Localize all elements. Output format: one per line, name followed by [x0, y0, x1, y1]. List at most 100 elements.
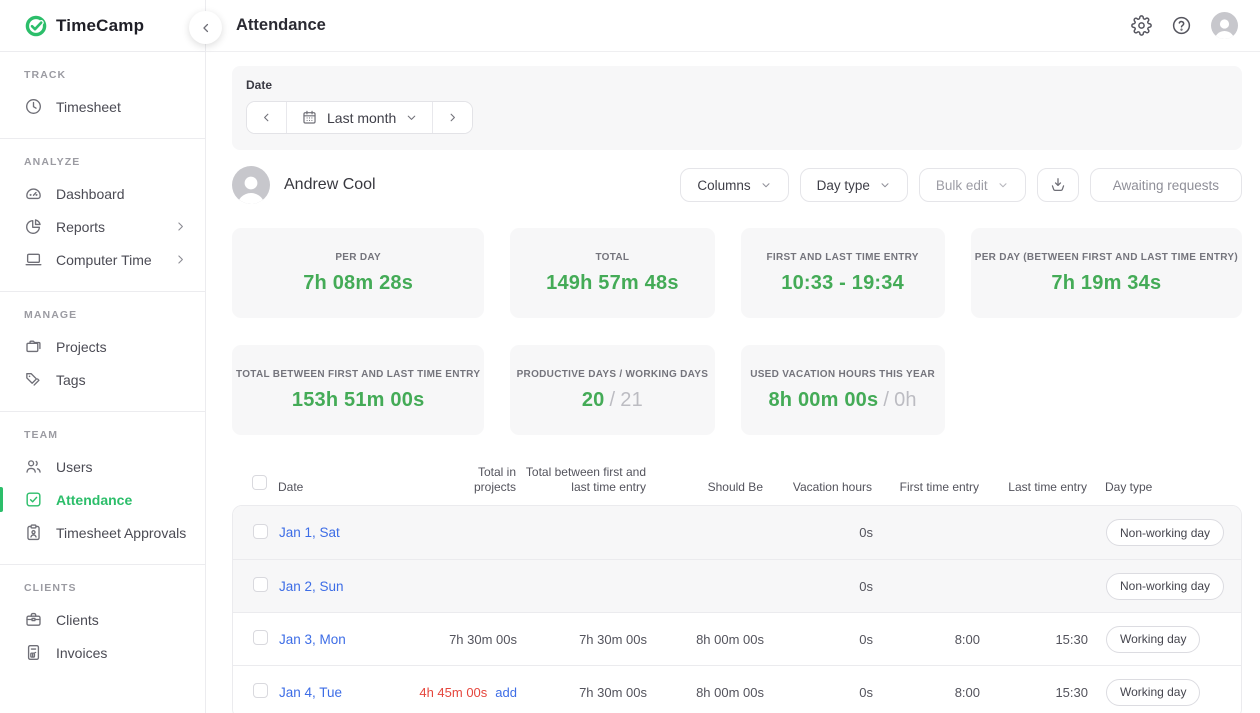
stat-separator: / [883, 389, 889, 411]
sidebar-item-label: Reports [56, 219, 105, 235]
chevron-down-icon [997, 179, 1009, 191]
cell-total-in-projects: 4h 45m 00s add [399, 685, 517, 700]
stat-value: 7h 19m 34s [1051, 272, 1161, 295]
cell-last-time-entry: 15:30 [980, 632, 1088, 647]
day-type-pill[interactable]: Working day [1106, 679, 1200, 706]
table-header-row: Date Total in projects Total between fir… [232, 461, 1242, 505]
column-header-day-type: Day type [1087, 480, 1242, 495]
sidebar-collapse-button[interactable] [189, 11, 222, 44]
stat-value: 149h 57m 48s [546, 272, 679, 295]
cell-first-time-entry: 8:00 [873, 632, 980, 647]
cell-vacation-hours: 0s [764, 525, 873, 540]
table-row: Jan 3, Mon 7h 30m 00s 7h 30m 00s 8h 00m … [233, 612, 1241, 665]
date-link[interactable]: Jan 1, Sat [279, 525, 340, 540]
sidebar-section-team: TEAM Users Attendance Timesheet Approval… [0, 412, 205, 565]
add-time-link[interactable]: add [495, 685, 517, 700]
table-row: Jan 1, Sat 0s Non-working day [233, 506, 1241, 559]
laptop-icon [24, 250, 43, 269]
chevron-down-icon [760, 179, 772, 191]
row-checkbox[interactable] [253, 683, 268, 698]
cell-vacation-hours: 0s [764, 579, 873, 594]
date-link[interactable]: Jan 3, Mon [279, 632, 346, 647]
column-header-total-in-projects: Total in projects [398, 465, 516, 495]
section-label: TRACK [0, 65, 205, 90]
attendance-table: Date Total in projects Total between fir… [232, 461, 1242, 713]
sidebar-item-projects[interactable]: Projects [0, 330, 205, 363]
stat-secondary: 0h [894, 389, 917, 411]
day-type-dropdown[interactable]: Day type [800, 168, 908, 202]
columns-dropdown[interactable]: Columns [680, 168, 788, 202]
sidebar-item-label: Clients [56, 612, 99, 628]
sidebar-item-computer-time[interactable]: Computer Time [0, 243, 205, 276]
sidebar-item-reports[interactable]: Reports [0, 210, 205, 243]
stat-secondary: 21 [620, 389, 643, 411]
person-row: Andrew Cool Columns Day type Bulk edit [232, 163, 1242, 207]
date-filter-panel: Date Last month [232, 66, 1242, 150]
stat-primary: 153h 51m 00s [292, 389, 425, 411]
person-name: Andrew Cool [284, 176, 376, 194]
sidebar-item-timesheet[interactable]: Timesheet [0, 90, 205, 123]
sidebar-item-users[interactable]: Users [0, 450, 205, 483]
section-label: CLIENTS [0, 578, 205, 603]
stat-value: 20/21 [582, 389, 643, 412]
next-period-button[interactable] [432, 102, 472, 133]
stat-card-per-day-between: PER DAY (BETWEEN FIRST AND LAST TIME ENT… [971, 228, 1242, 318]
bulk-edit-label: Bulk edit [936, 178, 988, 193]
pie-chart-icon [24, 217, 43, 236]
table-body: Jan 1, Sat 0s Non-working day Jan 2, Sun… [232, 505, 1242, 713]
day-type-pill[interactable]: Working day [1106, 626, 1200, 653]
stat-value: 7h 08m 28s [303, 272, 413, 295]
sidebar-item-label: Tags [56, 372, 86, 388]
export-download-button[interactable] [1037, 168, 1079, 202]
sidebar-item-timesheet-approvals[interactable]: Timesheet Approvals [0, 516, 205, 549]
sidebar-item-attendance[interactable]: Attendance [0, 483, 205, 516]
sidebar-item-label: Timesheet [56, 99, 121, 115]
user-avatar[interactable] [1211, 12, 1238, 39]
sidebar-item-clients[interactable]: Clients [0, 603, 205, 636]
settings-gear-icon[interactable] [1131, 15, 1152, 36]
date-range-dropdown[interactable]: Last month [286, 102, 432, 133]
timecamp-logo-icon [24, 14, 48, 38]
bulk-edit-dropdown[interactable]: Bulk edit [919, 168, 1026, 202]
cell-total-in-projects: 7h 30m 00s [399, 632, 517, 647]
logo[interactable]: TimeCamp [0, 0, 205, 52]
stat-label: PER DAY (BETWEEN FIRST AND LAST TIME ENT… [975, 252, 1238, 263]
day-type-pill[interactable]: Non-working day [1106, 519, 1224, 546]
sidebar-item-tags[interactable]: Tags [0, 363, 205, 396]
day-type-pill[interactable]: Non-working day [1106, 573, 1224, 600]
row-checkbox[interactable] [253, 630, 268, 645]
calendar-icon [301, 109, 318, 126]
sidebar-item-label: Projects [56, 339, 107, 355]
cell-first-time-entry: 8:00 [873, 685, 980, 700]
table-row: Jan 2, Sun 0s Non-working day [233, 559, 1241, 612]
section-label: MANAGE [0, 305, 205, 330]
stat-card-productive-days: PRODUCTIVE DAYS / WORKING DAYS 20/21 [510, 345, 714, 435]
cell-total-between: 7h 30m 00s [517, 685, 647, 700]
awaiting-requests-button[interactable]: Awaiting requests [1090, 168, 1242, 202]
sidebar-item-invoices[interactable]: Invoices [0, 636, 205, 669]
row-checkbox[interactable] [253, 524, 268, 539]
toolbar: Columns Day type Bulk edit Awa [680, 168, 1242, 202]
sidebar: TimeCamp TRACK Timesheet ANALYZE Dashboa… [0, 0, 206, 713]
prev-period-button[interactable] [247, 102, 286, 133]
sidebar-section-analyze: ANALYZE Dashboard Reports [0, 139, 205, 292]
stat-label: FIRST AND LAST TIME ENTRY [766, 252, 918, 263]
under-hours-value: 4h 45m 00s [419, 685, 487, 700]
sidebar-section-track: TRACK Timesheet [0, 52, 205, 139]
sidebar-item-label: Invoices [56, 645, 107, 661]
sidebar-item-dashboard[interactable]: Dashboard [0, 177, 205, 210]
date-link[interactable]: Jan 4, Tue [279, 685, 342, 700]
chevron-down-icon [879, 179, 891, 191]
cell-total-between: 7h 30m 00s [517, 632, 647, 647]
cell-should-be: 8h 00m 00s [647, 685, 764, 700]
select-all-checkbox[interactable] [252, 475, 267, 490]
column-header-vacation-hours: Vacation hours [763, 480, 872, 495]
row-checkbox[interactable] [253, 577, 268, 592]
column-header-should-be: Should Be [646, 480, 763, 495]
cell-vacation-hours: 0s [764, 632, 873, 647]
cell-vacation-hours: 0s [764, 685, 873, 700]
help-icon[interactable] [1171, 15, 1192, 36]
date-link[interactable]: Jan 2, Sun [279, 579, 344, 594]
stat-card-per-day: PER DAY 7h 08m 28s [232, 228, 484, 318]
stat-card-first-last-entry: FIRST AND LAST TIME ENTRY 10:33 - 19:34 [741, 228, 945, 318]
